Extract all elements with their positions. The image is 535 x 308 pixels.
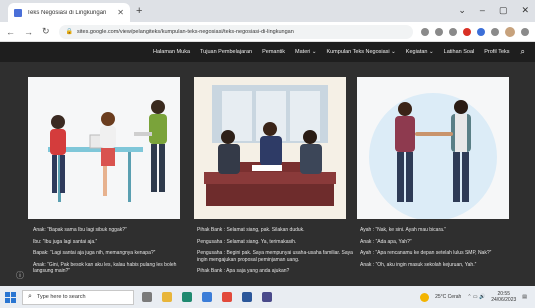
- taskbar-apps: [142, 292, 272, 302]
- business-meeting-illustration-card: [194, 77, 346, 219]
- nav-tujuan-pembelajaran[interactable]: Tujuan Pembelajaran: [200, 49, 252, 55]
- back-icon[interactable]: ←: [6, 27, 15, 37]
- dialog-line: Anak : “Oh, aku ingin masuk sekolah keju…: [360, 261, 477, 268]
- tab-title: Teks Negosiasi di Lingkungan: [27, 9, 107, 16]
- window-controls: ⌄ – ▢ ✕: [458, 5, 529, 16]
- nav-materi[interactable]: Materi ⌄: [295, 49, 316, 55]
- nav-kegiatan[interactable]: Kegiatan ⌄: [406, 49, 434, 55]
- nav-latihan-soal[interactable]: Latihan Soal: [444, 49, 475, 55]
- edge-icon[interactable]: [182, 292, 192, 302]
- dialog-column-3: Ayah : “Nak, ke sini. Ayah mau bicara.” …: [360, 227, 518, 273]
- extensions-area: [421, 26, 529, 37]
- download-icon[interactable]: [421, 27, 429, 36]
- share-icon[interactable]: [435, 27, 443, 36]
- forward-icon[interactable]: →: [24, 27, 33, 37]
- nav-pemantik[interactable]: Pemantik: [262, 49, 285, 55]
- family-talking-illustration: [48, 100, 167, 202]
- browser-tab[interactable]: Teks Negosiasi di Lingkungan ✕: [8, 3, 130, 22]
- sidepanel-icon[interactable]: [491, 27, 499, 36]
- url-text: sites.google.com/view/pelangiteks/kumpul…: [77, 28, 294, 35]
- taskbar-search-input[interactable]: ⌕ Type here to search: [22, 289, 134, 305]
- clock-date: 24/06/2023: [491, 297, 517, 303]
- dialog-line: Pengusaha : Begini pak. Saya mempunyai u…: [197, 250, 353, 263]
- store-icon[interactable]: [202, 292, 212, 302]
- browser-tab-strip: Teks Negosiasi di Lingkungan ✕ + ⌄ – ▢ ✕: [0, 0, 535, 22]
- weather-sun-icon[interactable]: [420, 292, 430, 302]
- windows-start-icon[interactable]: [5, 291, 16, 303]
- close-window-icon[interactable]: ✕: [521, 5, 529, 16]
- dialog-column-1: Anak: “Bapak sama Ibu lagi sibuk nggak?”…: [33, 227, 191, 280]
- lock-icon: 🔒: [65, 29, 74, 35]
- minimize-icon[interactable]: –: [480, 5, 485, 16]
- search-icon: ⌕: [28, 293, 32, 300]
- puzzle-icon[interactable]: [477, 27, 485, 36]
- dialog-line: Bapak: “Lagi santai aja juga nih, memang…: [33, 250, 156, 256]
- business-meeting-illustration: [194, 77, 346, 219]
- close-tab-icon[interactable]: ✕: [117, 8, 124, 17]
- search-icon[interactable]: ⌕: [521, 47, 525, 57]
- reload-icon[interactable]: ↻: [42, 26, 50, 37]
- dialog-line: Ayah : “Nak, ke sini. Ayah mau bicara.”: [360, 227, 446, 233]
- task-view-icon[interactable]: [142, 292, 152, 302]
- site-favicon-icon: [14, 8, 22, 17]
- family-illustration: [28, 77, 180, 219]
- windows-taskbar: ⌕ Type here to search 25°C Cerah ⌃ ▭ 🔊 2…: [0, 286, 535, 308]
- dialog-line: Ibu: “Ibu juga lagi santai aja.”: [33, 238, 98, 245]
- extension-icon[interactable]: [463, 27, 471, 36]
- dialog-line: Anak: “Gini, Pak besok kan aku les, kala…: [33, 261, 177, 275]
- dialog-line: Ayah : “Apa rencanamu ke depan setelah l…: [360, 250, 492, 256]
- app-icon[interactable]: [262, 292, 272, 302]
- dialog-column-2: Pihak Bank : Selamat siang, pak. Silakan…: [197, 227, 355, 280]
- new-tab-button[interactable]: +: [136, 5, 142, 17]
- chrome-icon[interactable]: [222, 292, 232, 302]
- taskbar-search-placeholder: Type here to search: [36, 294, 86, 300]
- father-son-illustration-card: [357, 77, 509, 219]
- nav-profil-teks[interactable]: Profil Teks: [484, 49, 509, 55]
- clock[interactable]: 20:55 24/06/2023: [491, 291, 516, 303]
- address-bar-row: ← → ↻ 🔒 sites.google.com/view/pelangitek…: [0, 22, 535, 42]
- dialog-line: Pihak Bank : Selamat siang, pak. Silakan…: [197, 227, 305, 233]
- nav-halaman-muka[interactable]: Halaman Muka: [153, 49, 190, 55]
- info-icon[interactable]: ⓘ: [16, 270, 24, 281]
- page-content: Anak: “Bapak sama Ibu lagi sibuk nggak?”…: [0, 62, 535, 286]
- profile-avatar[interactable]: [505, 26, 515, 37]
- dialog-line: Anak : “Ada apa, Yah?”: [360, 238, 412, 245]
- menu-icon[interactable]: [521, 27, 529, 36]
- url-field[interactable]: 🔒 sites.google.com/view/pelangiteks/kump…: [58, 24, 413, 39]
- dialog-line: Anak: “Bapak sama Ibu lagi sibuk nggak?”: [33, 227, 127, 233]
- tray-icons[interactable]: ⌃ ▭ 🔊: [467, 294, 485, 300]
- file-explorer-icon[interactable]: [162, 292, 172, 302]
- notification-icon[interactable]: ▤: [522, 294, 527, 300]
- word-icon[interactable]: [242, 292, 252, 302]
- nav-kumpulan-teks-negosiasi[interactable]: Kumpulan Teks Negosiasi ⌄: [326, 49, 395, 55]
- weather-text: 25°C Cerah: [435, 294, 462, 300]
- father-son-handshake-illustration: [357, 77, 509, 219]
- site-navigation: Halaman Muka Tujuan Pembelajaran Pemanti…: [0, 42, 535, 62]
- dialog-line: Pihak Bank : Apa saja yang anda ajukan?: [197, 268, 290, 274]
- star-icon[interactable]: [449, 27, 457, 36]
- chevron-down-icon[interactable]: ⌄: [458, 5, 466, 16]
- dialog-line: Pengusaha : Selamat siang. Ya, terimakas…: [197, 238, 297, 245]
- maximize-icon[interactable]: ▢: [499, 5, 508, 16]
- system-tray: 25°C Cerah ⌃ ▭ 🔊 20:55 24/06/2023 ▤: [420, 286, 527, 308]
